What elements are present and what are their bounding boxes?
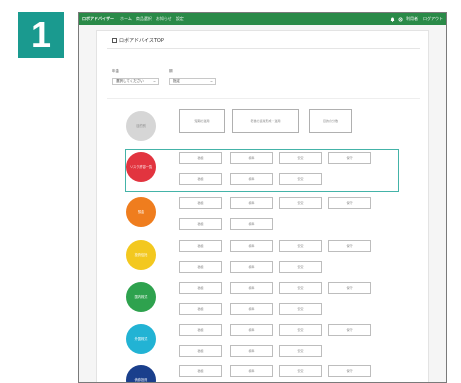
page-title: ロボアドバイスTOP — [112, 37, 164, 44]
option-button-3-1[interactable]: 標準 — [230, 240, 273, 252]
option-button-4-0[interactable]: 積極 — [179, 282, 222, 294]
user-name[interactable]: 利用者 — [406, 16, 418, 22]
option-button-2-3[interactable]: 保守 — [328, 197, 371, 209]
option-button-6-0[interactable]: 積極 — [179, 365, 222, 377]
option-button-5-0[interactable]: 積極 — [179, 324, 222, 336]
category-circle-2[interactable]: 預金 — [126, 196, 156, 227]
category-circle-0[interactable]: 目的別 — [126, 110, 156, 141]
app-window: ロボアドバイザー ホーム 商品選択 お知らせ 設定 利用者 ログアウト ロボアド… — [78, 12, 447, 383]
chart-icon — [112, 38, 117, 43]
filter-label-period: 期 — [169, 69, 173, 73]
option-button-4-5[interactable]: 標準 — [230, 303, 273, 315]
option-button-5-3[interactable]: 保守 — [328, 324, 371, 336]
option-button-2-2[interactable]: 安定 — [279, 197, 322, 209]
chevron-down-icon — [153, 80, 156, 83]
title-divider — [107, 48, 420, 49]
option-button-5-4[interactable]: 積極 — [179, 345, 222, 357]
screenshot-root: 1 ロボアドバイザー ホーム 商品選択 お知らせ 設定 利用者 ログアウト ロボ… — [0, 0, 461, 383]
option-button-2-5[interactable]: 標準 — [230, 218, 273, 230]
category-circle-4[interactable]: 国内株式 — [126, 281, 156, 312]
option-button-6-2[interactable]: 安定 — [279, 365, 322, 377]
purpose-button-0[interactable]: 短期の運用 — [179, 109, 225, 133]
option-button-5-1[interactable]: 標準 — [230, 324, 273, 336]
option-button-4-3[interactable]: 保守 — [328, 282, 371, 294]
option-button-3-4[interactable]: 積極 — [179, 261, 222, 273]
category-circle-3[interactable]: 投資信託 — [126, 239, 156, 270]
selection-highlight — [125, 149, 399, 192]
option-button-6-3[interactable]: 保守 — [328, 365, 371, 377]
option-button-2-1[interactable]: 標準 — [230, 197, 273, 209]
option-button-3-5[interactable]: 標準 — [230, 261, 273, 273]
nav-item-news[interactable]: お知らせ — [156, 16, 172, 22]
option-button-3-2[interactable]: 安定 — [279, 240, 322, 252]
filter-select-period-value: 指定 — [173, 79, 180, 83]
chevron-down-icon — [210, 80, 213, 83]
step-badge: 1 — [18, 12, 64, 58]
page-title-text: ロボアドバイスTOP — [119, 38, 164, 44]
option-button-4-2[interactable]: 安定 — [279, 282, 322, 294]
category-circle-6[interactable]: 債券投資 — [126, 364, 156, 382]
filter-select-period[interactable]: 指定 — [169, 78, 216, 85]
option-button-4-4[interactable]: 積極 — [179, 303, 222, 315]
option-button-5-6[interactable]: 安定 — [279, 345, 322, 357]
logout-link[interactable]: ログアウト — [423, 16, 443, 22]
filter-select-pension-value: 選択してください — [116, 79, 144, 83]
nav-item-settings[interactable]: 設定 — [176, 16, 184, 22]
option-button-3-0[interactable]: 積極 — [179, 240, 222, 252]
option-button-3-6[interactable]: 安定 — [279, 261, 322, 273]
main-panel: ロボアドバイスTOP 年金 選択してください 期 指定 目的別 短期の運用 老後の資… — [96, 30, 429, 382]
option-button-3-3[interactable]: 保守 — [328, 240, 371, 252]
app-header: ロボアドバイザー ホーム 商品選択 お知らせ 設定 利用者 ログアウト — [79, 13, 446, 25]
option-button-4-6[interactable]: 安定 — [279, 303, 322, 315]
purpose-button-2[interactable]: 目的の分散 — [309, 109, 352, 133]
filter-divider — [107, 98, 420, 99]
settings-icon[interactable] — [398, 16, 403, 22]
app-brand[interactable]: ロボアドバイザー — [82, 16, 114, 22]
filter-label-pension: 年金 — [112, 69, 119, 73]
category-circle-5[interactable]: 外国株式 — [126, 323, 156, 354]
option-button-2-0[interactable]: 積極 — [179, 197, 222, 209]
nav-item-products[interactable]: 商品選択 — [136, 16, 152, 22]
option-button-6-1[interactable]: 標準 — [230, 365, 273, 377]
bell-icon[interactable] — [390, 17, 395, 22]
option-button-2-4[interactable]: 積極 — [179, 218, 222, 230]
option-button-5-5[interactable]: 標準 — [230, 345, 273, 357]
option-button-4-1[interactable]: 標準 — [230, 282, 273, 294]
nav-item-home[interactable]: ホーム — [120, 16, 132, 22]
filter-select-pension[interactable]: 選択してください — [112, 78, 159, 85]
option-button-5-2[interactable]: 安定 — [279, 324, 322, 336]
purpose-button-1[interactable]: 老後の資産形成・運用 — [232, 109, 299, 133]
